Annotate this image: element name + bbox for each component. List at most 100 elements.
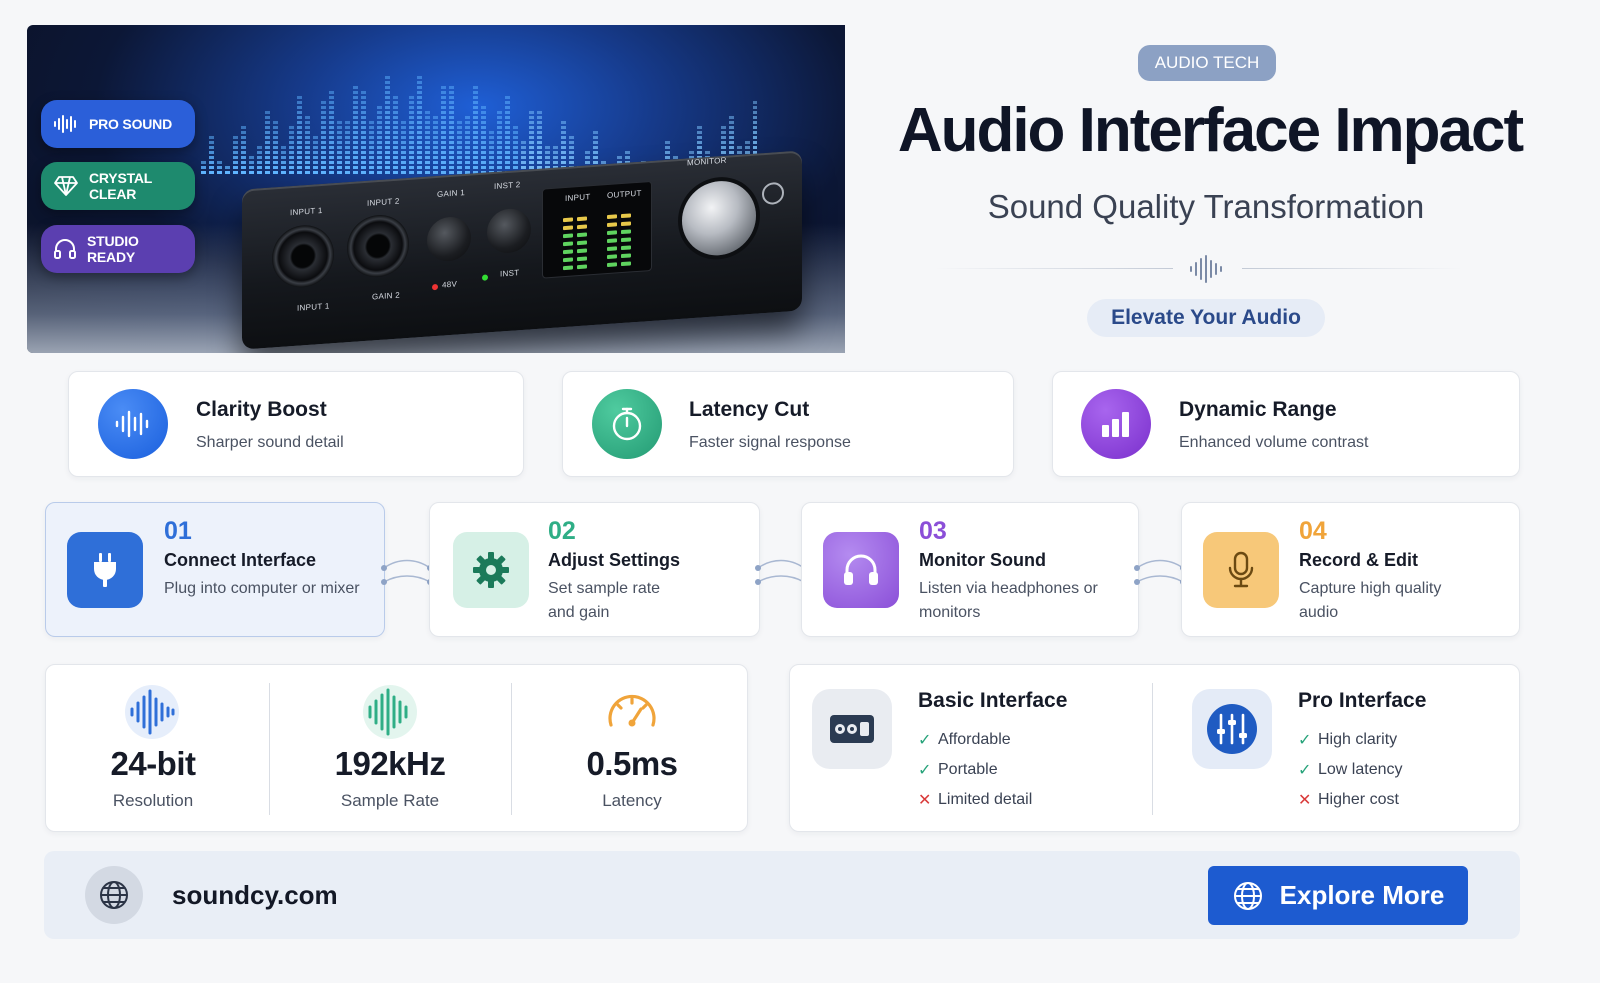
headphone-jack bbox=[762, 181, 784, 206]
equalizer-segment bbox=[561, 141, 566, 144]
cross-icon: ✕ bbox=[1298, 792, 1312, 809]
equalizer-segment bbox=[473, 111, 478, 114]
equalizer-segment bbox=[425, 156, 430, 159]
equalizer-segment bbox=[481, 166, 486, 169]
equalizer-segment bbox=[465, 141, 470, 144]
equalizer-segment bbox=[353, 116, 358, 119]
equalizer-segment bbox=[377, 121, 382, 124]
equalizer-segment bbox=[233, 151, 238, 154]
equalizer-segment bbox=[393, 101, 398, 104]
equalizer-segment bbox=[569, 146, 574, 149]
explore-more-label: Explore More bbox=[1279, 880, 1445, 910]
equalizer-segment bbox=[273, 136, 278, 139]
equalizer-segment bbox=[425, 121, 430, 124]
equalizer-segment bbox=[369, 141, 374, 144]
equalizer-segment bbox=[433, 116, 438, 119]
equalizer-segment bbox=[553, 156, 558, 159]
diamond-icon bbox=[54, 176, 78, 196]
equalizer-segment bbox=[497, 116, 502, 119]
equalizer-segment bbox=[457, 151, 462, 154]
equalizer-segment bbox=[497, 141, 502, 144]
equalizer-segment bbox=[401, 166, 406, 169]
comparison-item: ✕ Limited detail bbox=[918, 785, 1032, 815]
equalizer-segment bbox=[441, 161, 446, 164]
equalizer-segment bbox=[513, 146, 518, 149]
meter-led bbox=[577, 240, 587, 246]
equalizer-segment bbox=[377, 146, 382, 149]
equalizer-segment bbox=[481, 141, 486, 144]
equalizer-segment bbox=[241, 166, 246, 169]
equalizer-segment bbox=[345, 171, 350, 174]
equalizer-segment bbox=[249, 171, 254, 174]
comparison-item-text: High clarity bbox=[1318, 731, 1398, 748]
check-icon: ✓ bbox=[1298, 762, 1312, 779]
equalizer-segment bbox=[585, 151, 590, 154]
equalizer-segment bbox=[465, 116, 470, 119]
equalizer-segment bbox=[457, 161, 462, 164]
equalizer-segment bbox=[321, 151, 326, 154]
equalizer-segment bbox=[297, 166, 302, 169]
equalizer-segment bbox=[353, 106, 358, 109]
equalizer-segment bbox=[545, 161, 550, 164]
equalizer-segment bbox=[625, 156, 630, 159]
gain1-knob bbox=[427, 215, 471, 263]
equalizer-segment bbox=[425, 136, 430, 139]
equalizer-segment bbox=[265, 136, 270, 139]
equalizer-segment bbox=[385, 146, 390, 149]
equalizer-segment bbox=[281, 166, 286, 169]
equalizer-segment bbox=[505, 151, 510, 154]
equalizer-segment bbox=[505, 146, 510, 149]
equalizer-segment bbox=[417, 106, 422, 109]
equalizer-segment bbox=[305, 151, 310, 154]
step-card-adjust: 02 Adjust Settings Set sample rate and g… bbox=[429, 502, 760, 637]
equalizer-segment bbox=[505, 131, 510, 134]
equalizer-segment bbox=[401, 136, 406, 139]
equalizer-segment bbox=[313, 156, 318, 159]
website-link[interactable]: soundcy.com bbox=[172, 880, 338, 911]
equalizer-segment bbox=[393, 136, 398, 139]
equalizer-segment bbox=[385, 76, 390, 79]
equalizer-segment bbox=[209, 171, 214, 174]
equalizer-segment bbox=[449, 86, 454, 89]
equalizer-segment bbox=[417, 96, 422, 99]
equalizer-segment bbox=[273, 141, 278, 144]
equalizer-segment bbox=[441, 121, 446, 124]
inst-led bbox=[482, 274, 488, 281]
equalizer-segment bbox=[353, 91, 358, 94]
equalizer-segment bbox=[345, 131, 350, 134]
equalizer-segment bbox=[297, 111, 302, 114]
equalizer-segment bbox=[441, 116, 446, 119]
meter-led bbox=[563, 217, 573, 223]
headphones-icon bbox=[823, 532, 899, 608]
equalizer-segment bbox=[425, 146, 430, 149]
equalizer-segment bbox=[321, 126, 326, 129]
equalizer-segment bbox=[345, 126, 350, 129]
equalizer-segment bbox=[617, 156, 622, 159]
equalizer-segment bbox=[265, 141, 270, 144]
equalizer-segment bbox=[401, 126, 406, 129]
meter-led bbox=[563, 257, 573, 263]
equalizer-segment bbox=[385, 96, 390, 99]
equalizer-segment bbox=[497, 131, 502, 134]
equalizer-segment bbox=[489, 161, 494, 164]
equalizer-segment bbox=[209, 136, 214, 139]
equalizer-segment bbox=[393, 121, 398, 124]
equalizer-segment bbox=[529, 156, 534, 159]
equalizer-segment bbox=[489, 131, 494, 134]
equalizer-segment bbox=[481, 131, 486, 134]
equalizer-segment bbox=[353, 161, 358, 164]
equalizer-segment bbox=[377, 131, 382, 134]
equalizer-segment bbox=[361, 111, 366, 114]
step-title: Record & Edit bbox=[1299, 550, 1419, 570]
equalizer-segment bbox=[201, 161, 206, 164]
equalizer-segment bbox=[417, 126, 422, 129]
equalizer-segment bbox=[481, 126, 486, 129]
waveform-icon bbox=[125, 685, 179, 739]
feature-title: Clarity Boost bbox=[196, 398, 327, 421]
meter-led bbox=[577, 232, 587, 238]
equalizer-segment bbox=[393, 141, 398, 144]
equalizer-segment bbox=[297, 151, 302, 154]
explore-more-button[interactable]: Explore More bbox=[1208, 866, 1468, 925]
equalizer-segment bbox=[449, 141, 454, 144]
equalizer-segment bbox=[265, 121, 270, 124]
